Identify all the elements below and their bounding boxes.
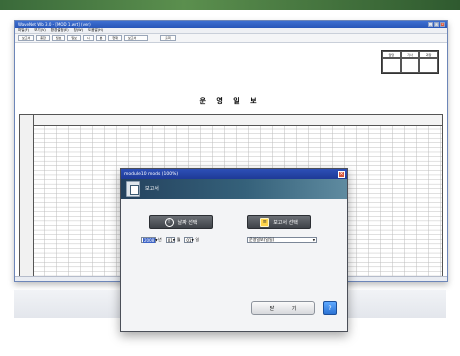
- year-value: 2008: [143, 237, 156, 243]
- report-select-label: 보고서 선택: [273, 219, 298, 226]
- print-button[interactable]: 출력: [159, 35, 176, 41]
- approval-header-2: 기사: [400, 51, 420, 58]
- menu-item-settings[interactable]: 환경설정(E): [51, 28, 69, 33]
- toolbar: 보고서 종합 월보 일보 시 분 현재 보고서 출력: [15, 34, 447, 43]
- app-titlebar: WaveNet Wb 3.0 - [MOD 1.wrt] (ver) _ □ ×: [15, 21, 447, 28]
- year-select[interactable]: 2008 ▼: [141, 237, 158, 243]
- chevron-down-icon: ▼: [312, 238, 315, 242]
- toolbar-button-current[interactable]: 현재: [108, 35, 122, 41]
- date-select-label: 날짜 선택: [177, 219, 198, 226]
- toolbar-button-daily[interactable]: 일보: [67, 35, 81, 41]
- clock-icon: !: [164, 217, 174, 227]
- maximize-icon[interactable]: □: [434, 22, 439, 27]
- approval-box: 담당 기사 과장: [381, 50, 439, 74]
- report-type-select[interactable]: 운영일보(일일) ▼: [247, 237, 317, 243]
- menu-item-file[interactable]: 파일(F): [18, 28, 29, 33]
- top-decorative-band: [0, 0, 460, 10]
- document-icon: [126, 181, 140, 197]
- dialog-header: 보고서: [121, 179, 347, 199]
- folder-icon: ≡: [260, 217, 270, 227]
- dialog-close-icon[interactable]: ×: [338, 170, 345, 178]
- close-icon[interactable]: ×: [440, 22, 445, 27]
- chevron-down-icon: ▼: [191, 238, 194, 242]
- report-title: 운 영 일 보: [199, 97, 261, 105]
- menu-item-help[interactable]: 도움말(H): [88, 28, 103, 33]
- toolbar-button-summary[interactable]: 종합: [36, 35, 50, 41]
- report-type-value: 운영일보(일일): [249, 237, 275, 242]
- chevron-down-icon: ▼: [172, 238, 176, 242]
- toolbar-button-hour[interactable]: 시: [82, 35, 94, 41]
- close-button[interactable]: 닫 기: [251, 301, 315, 315]
- minimize-icon[interactable]: _: [428, 22, 433, 27]
- menu-item-view[interactable]: 보기(V): [34, 28, 46, 33]
- date-select-button[interactable]: ! 날짜 선택: [149, 215, 213, 229]
- app-title: WaveNet Wb 3.0 - [MOD 1.wrt] (ver): [18, 22, 91, 27]
- year-unit: 년: [158, 237, 162, 242]
- dialog-titlebar: module10 mods (100%) ×: [121, 169, 347, 179]
- menu-item-window[interactable]: 창(W): [74, 28, 83, 33]
- dialog-title: module10 mods (100%): [124, 171, 179, 177]
- dialog-header-title: 보고서: [145, 186, 159, 192]
- day-select[interactable]: 01 ▼: [184, 237, 194, 243]
- toolbar-button-report-select[interactable]: 보고서: [123, 35, 148, 41]
- month-select[interactable]: 01 ▼: [165, 237, 176, 243]
- approval-sign-3: [419, 58, 438, 73]
- month-unit: 월: [176, 237, 181, 242]
- day-unit: 일: [195, 237, 200, 242]
- report-select-button[interactable]: ≡ 보고서 선택: [247, 215, 311, 229]
- approval-header-1: 담당: [382, 51, 401, 58]
- date-selector: 2008 ▼ 년 01 ▼ 월 01 ▼ 일: [141, 237, 201, 243]
- help-button[interactable]: ?: [323, 301, 337, 315]
- approval-header-3: 과장: [419, 51, 438, 58]
- toolbar-button-monthly[interactable]: 월보: [51, 35, 66, 41]
- approval-sign-2: [400, 58, 420, 73]
- table-row-headers: [20, 115, 34, 279]
- report-dialog: module10 mods (100%) × 보고서 ! 날짜 선택 ≡ 보고서…: [120, 168, 348, 332]
- toolbar-button-minute[interactable]: 분: [95, 35, 107, 41]
- approval-sign-1: [382, 58, 401, 73]
- toolbar-button-report[interactable]: 보고서: [18, 35, 35, 41]
- table-column-headers: [20, 115, 442, 126]
